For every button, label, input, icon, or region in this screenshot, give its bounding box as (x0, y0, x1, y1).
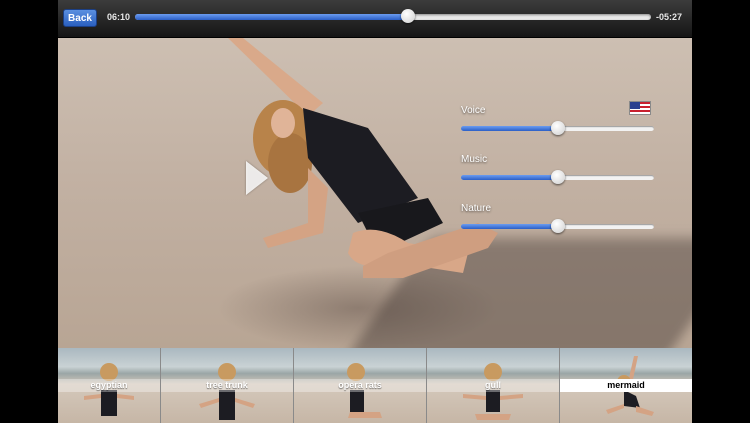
yoga-player-app: Back 06:10 -05:27 Voice Music Nature egy… (58, 0, 692, 423)
progress-thumb[interactable] (401, 9, 416, 23)
thumbnail-label: gull (427, 379, 559, 392)
nature-slider-thumb[interactable] (550, 219, 565, 233)
top-toolbar: Back 06:10 -05:27 (58, 0, 692, 38)
back-button[interactable]: Back (63, 9, 97, 27)
thumbnail-label: opera rats (294, 379, 426, 392)
voice-slider-thumb[interactable] (550, 121, 565, 135)
voice-slider[interactable] (461, 121, 654, 135)
thumbnail-gull[interactable]: gull (427, 348, 560, 423)
thumbnail-label: mermaid (560, 379, 692, 392)
elapsed-time: 06:10 (107, 12, 131, 22)
progress-fill (135, 14, 409, 20)
audio-mixer: Voice Music Nature (461, 105, 654, 252)
thumbnail-label: tree trunk (161, 379, 293, 392)
progress-slider[interactable] (135, 9, 651, 23)
voice-control: Voice (461, 105, 654, 154)
video-frame[interactable]: Voice Music Nature (58, 38, 692, 348)
thumbnail-mermaid[interactable]: mermaid (560, 348, 692, 423)
thumbnail-label: egyptian (58, 379, 160, 392)
voice-label: Voice (461, 105, 486, 116)
thumbnail-egyptian[interactable]: egyptian (58, 348, 161, 423)
music-label: Music (461, 154, 488, 165)
remaining-time: -05:27 (656, 12, 683, 22)
nature-label: Nature (461, 203, 492, 214)
nature-control: Nature (461, 203, 654, 252)
thumbnail-tree-trunk[interactable]: tree trunk (161, 348, 294, 423)
music-slider[interactable] (461, 170, 654, 184)
music-slider-thumb[interactable] (550, 170, 565, 184)
nature-slider-fill (461, 224, 558, 229)
music-control: Music (461, 154, 654, 203)
music-slider-fill (461, 175, 558, 180)
voice-slider-fill (461, 126, 558, 131)
play-icon[interactable] (246, 161, 268, 195)
nature-slider[interactable] (461, 219, 654, 233)
thumbnail-opera-rats[interactable]: opera rats (294, 348, 427, 423)
pose-thumbnail-strip: egyptian tree trunk opera rats gull merm… (58, 348, 692, 423)
